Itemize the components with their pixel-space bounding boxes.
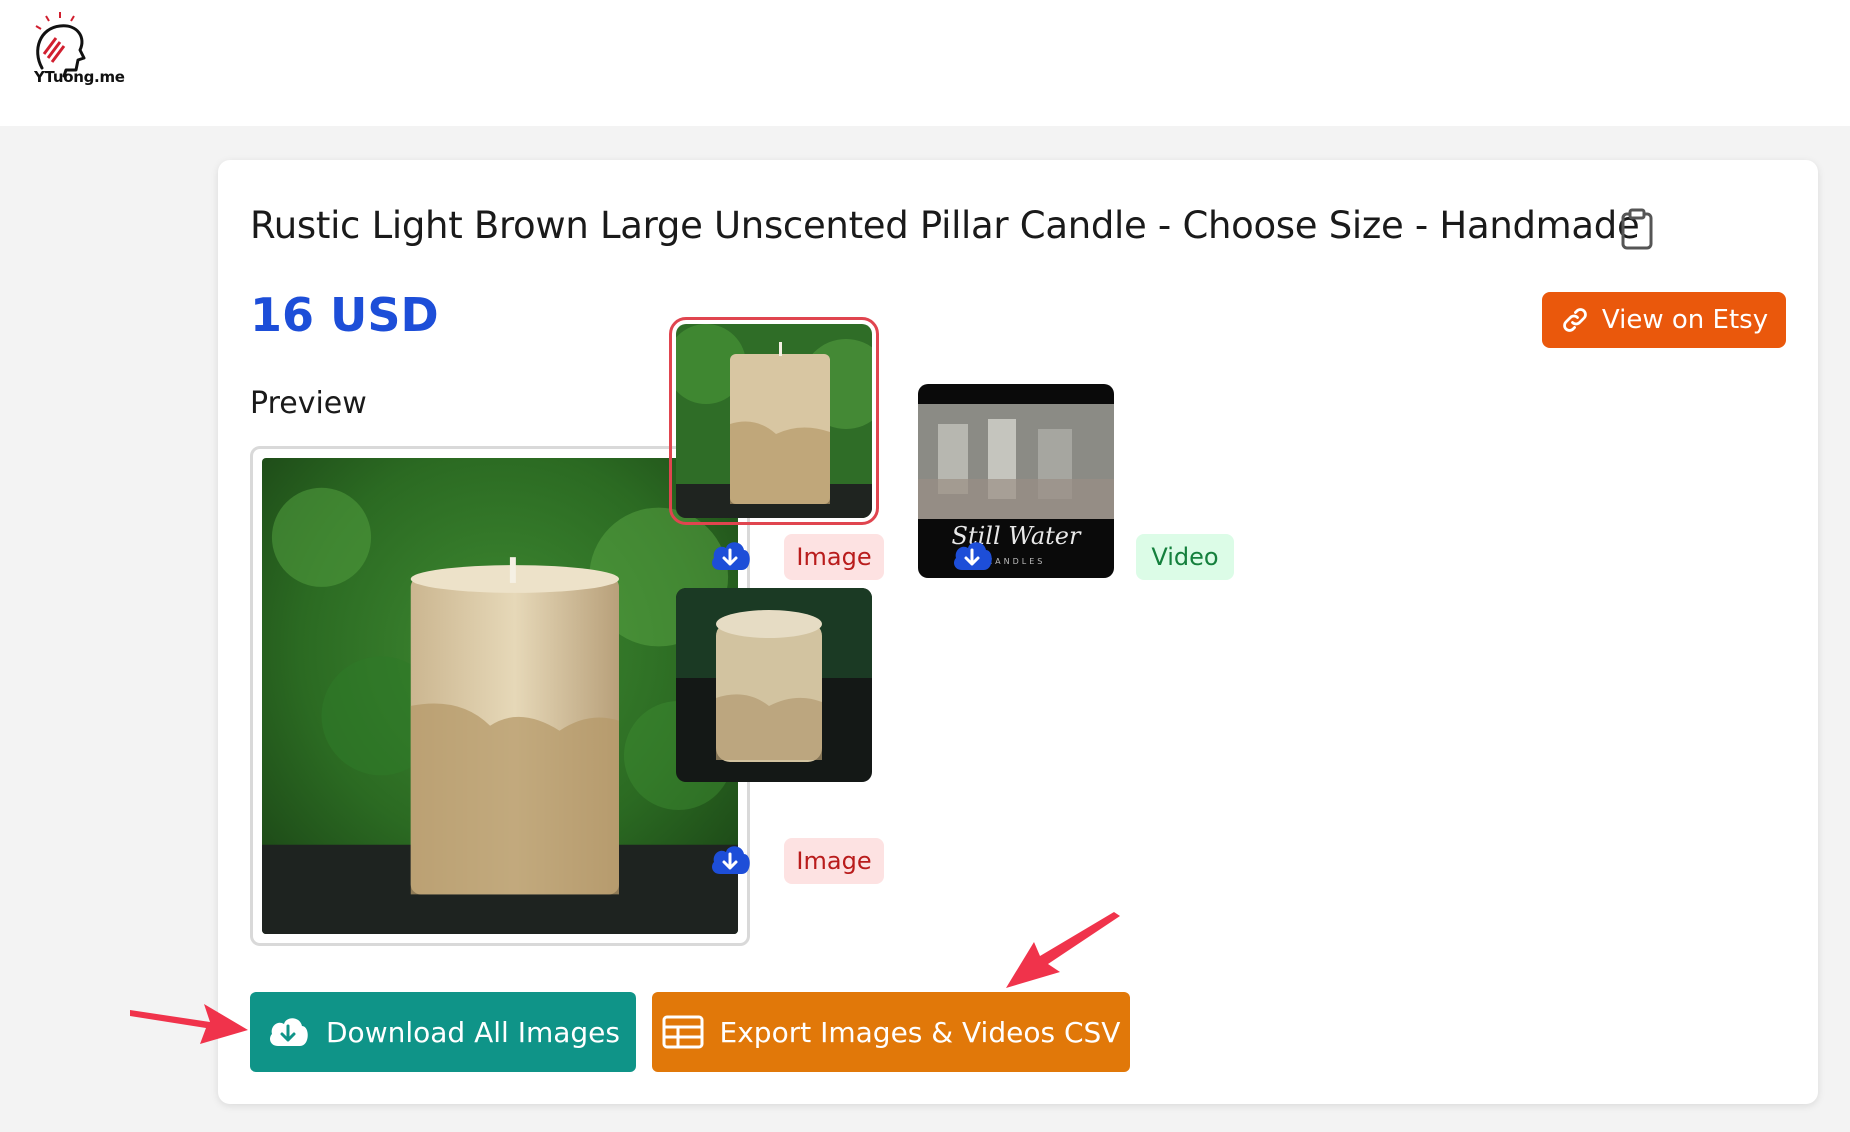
media-type-badge: Video [1136,534,1234,580]
logo-icon[interactable] [22,10,142,100]
media-thumbnail-image-1[interactable] [669,317,879,525]
video-overlay-subtext: CANDLES [987,557,1046,566]
media-thumbnail-image-2[interactable] [676,588,872,782]
table-icon [662,1015,704,1049]
link-icon [1563,308,1587,332]
media-type-badge: Image [784,534,884,580]
clipboard-icon[interactable] [1620,208,1654,250]
product-card: Rustic Light Brown Large Unscented Pilla… [218,160,1818,1104]
media-type-badge: Image [784,838,884,884]
media-type-label: Video [1151,543,1219,571]
cloud-download-icon[interactable] [950,536,994,576]
view-on-etsy-label: View on Etsy [1601,305,1769,335]
export-csv-label: Export Images & Videos CSV [719,1015,1121,1049]
export-csv-button[interactable]: Export Images & Videos CSV [652,992,1130,1072]
view-on-etsy-button[interactable]: View on Etsy [1542,292,1786,348]
logo-text: YTuong.me [34,68,125,86]
preview-candle-image[interactable] [262,458,738,934]
cloud-download-icon [270,1018,308,1046]
preview-image-frame [250,446,750,946]
top-bar: YTuong.me [0,0,1850,126]
media-thumbnail-video[interactable]: Still Water CANDLES [918,384,1114,578]
product-price: 16 USD [250,288,439,342]
cloud-download-icon[interactable] [708,536,752,576]
cloud-download-icon[interactable] [708,840,752,880]
product-title: Rustic Light Brown Large Unscented Pilla… [250,204,1640,247]
preview-label: Preview [250,386,367,421]
download-all-label: Download All Images [326,1015,620,1049]
download-all-images-button[interactable]: Download All Images [250,992,636,1072]
